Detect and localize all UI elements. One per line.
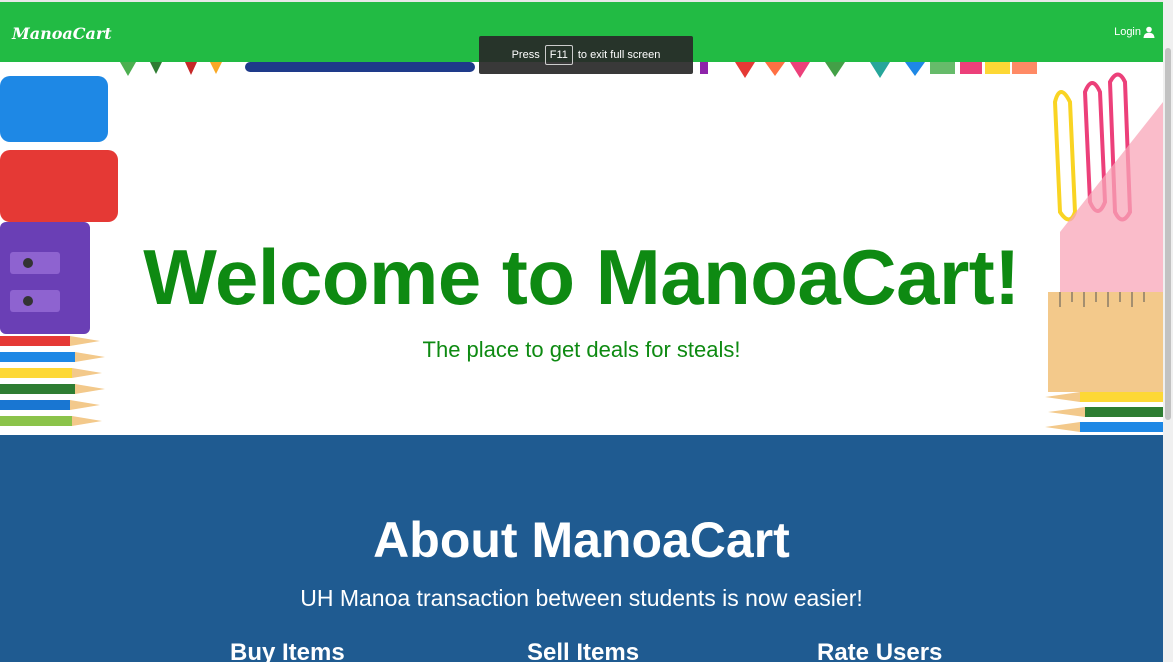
about-title: About ManoaCart <box>373 512 790 568</box>
about-subtitle: UH Manoa transaction between students is… <box>300 585 863 611</box>
feature-sell-items: Sell Items <box>527 639 640 662</box>
feature-rate-users: Rate Users <box>817 639 943 662</box>
fullscreen-notice-prefix: Press <box>511 49 540 61</box>
hero-title: Welcome to ManoaCart! <box>143 233 1020 321</box>
login-button[interactable]: Login <box>1114 26 1155 38</box>
hero-section: Welcome to ManoaCart! The place to get d… <box>0 62 1163 435</box>
user-icon <box>1143 26 1155 38</box>
page-scrollbar[interactable] <box>1163 0 1173 662</box>
feature-buy-items: Buy Items <box>230 639 345 662</box>
about-section: About ManoaCart UH Manoa transaction bet… <box>0 435 1163 662</box>
hero-subtitle: The place to get deals for steals! <box>422 337 741 362</box>
fullscreen-notice-suffix: to exit full screen <box>577 49 661 61</box>
fullscreen-notice: Press F11 to exit full screen <box>479 36 693 74</box>
fullscreen-key: F11 <box>544 45 573 65</box>
login-label: Login <box>1114 26 1141 38</box>
scrollbar-thumb[interactable] <box>1165 48 1171 420</box>
brand-logo[interactable]: ManoaCart <box>12 24 112 43</box>
